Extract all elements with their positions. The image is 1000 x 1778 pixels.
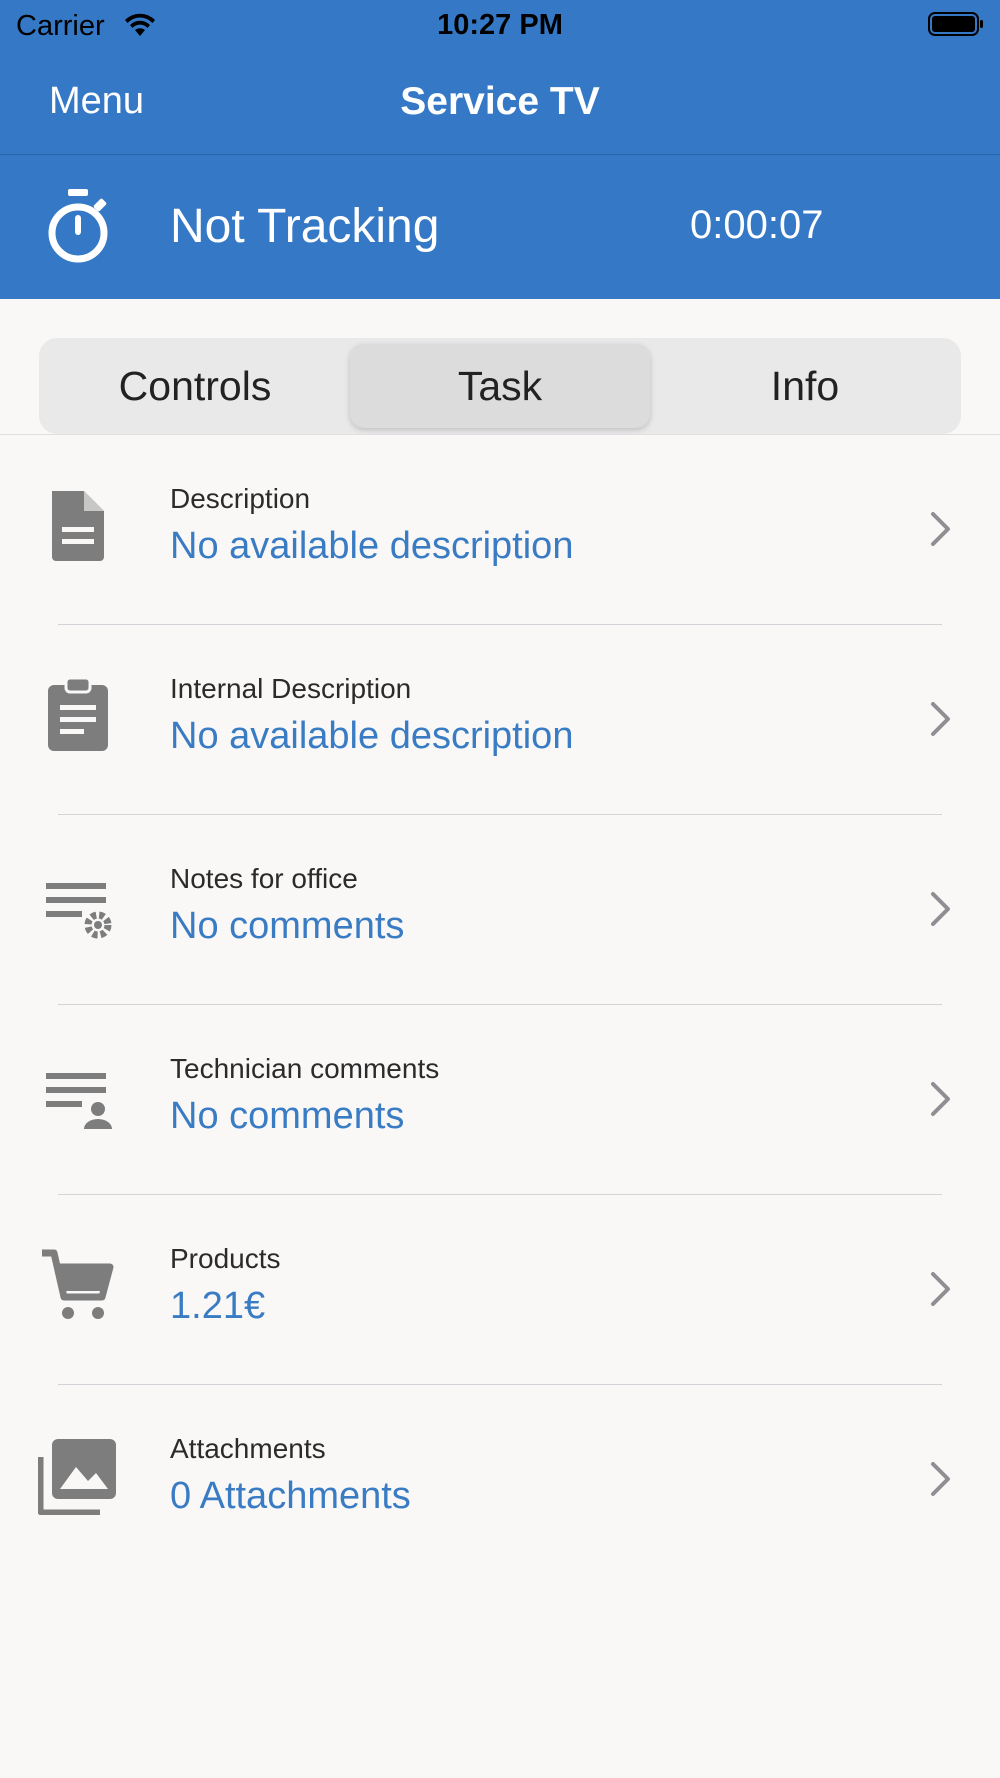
- item-value: No available description: [170, 525, 574, 567]
- list-item-notes-for-office[interactable]: Notes for office No comments: [0, 815, 1000, 1005]
- cart-icon: [42, 1249, 114, 1319]
- clipboard-icon: [48, 676, 108, 751]
- battery-icon: [928, 12, 983, 36]
- chevron-right-icon: [931, 1272, 950, 1306]
- list-item-technician-comments[interactable]: Technician comments No comments: [0, 1005, 1000, 1195]
- notes-person-icon: [46, 1073, 112, 1129]
- item-label: Products: [170, 1243, 281, 1274]
- chevron-right-icon: [931, 1082, 950, 1116]
- tracking-elapsed-time: 0:00:07: [690, 203, 824, 247]
- chevron-right-icon: [931, 892, 950, 926]
- item-label: Description: [170, 483, 311, 514]
- list-item-internal-description[interactable]: Internal Description No available descri…: [0, 625, 1000, 815]
- item-value: 0 Attachments: [170, 1475, 411, 1517]
- chevron-right-icon: [931, 702, 950, 736]
- item-label: Notes for office: [170, 863, 358, 894]
- notes-settings-icon: [46, 883, 112, 939]
- status-bar: Carrier 10:27 PM: [0, 0, 1000, 50]
- document-icon: [52, 491, 104, 561]
- chevron-right-icon: [931, 512, 950, 546]
- item-label: Internal Description: [170, 673, 412, 704]
- chevron-right-icon: [931, 1462, 950, 1496]
- list-item-attachments[interactable]: Attachments 0 Attachments: [0, 1385, 1000, 1575]
- time-tracker-bar[interactable]: Not Tracking 0:00:07: [0, 155, 1000, 299]
- tab-controls[interactable]: Controls: [45, 344, 345, 428]
- item-value: No comments: [170, 905, 405, 947]
- item-value: No comments: [170, 1095, 405, 1137]
- tracking-status: Not Tracking: [170, 200, 440, 253]
- item-label: Attachments: [170, 1433, 326, 1464]
- tab-info[interactable]: Info: [655, 344, 955, 428]
- item-value: 1.21€: [170, 1285, 266, 1327]
- photo-library-icon: [38, 1439, 116, 1515]
- app-header: Carrier 10:27 PM Menu Service TV: [0, 0, 1000, 154]
- list-item-products[interactable]: Products 1.21€: [0, 1195, 1000, 1385]
- segmented-control: Controls Task Info: [39, 338, 961, 434]
- list-item-description[interactable]: Description No available description: [0, 435, 1000, 625]
- item-value: No available description: [170, 715, 574, 757]
- page-title: Service TV: [400, 80, 600, 123]
- tab-task[interactable]: Task: [350, 344, 650, 428]
- item-label: Technician comments: [170, 1053, 440, 1084]
- stopwatch-icon: [48, 189, 108, 263]
- status-time: 10:27 PM: [437, 9, 563, 41]
- navigation-bar: Menu Service TV: [0, 60, 1000, 142]
